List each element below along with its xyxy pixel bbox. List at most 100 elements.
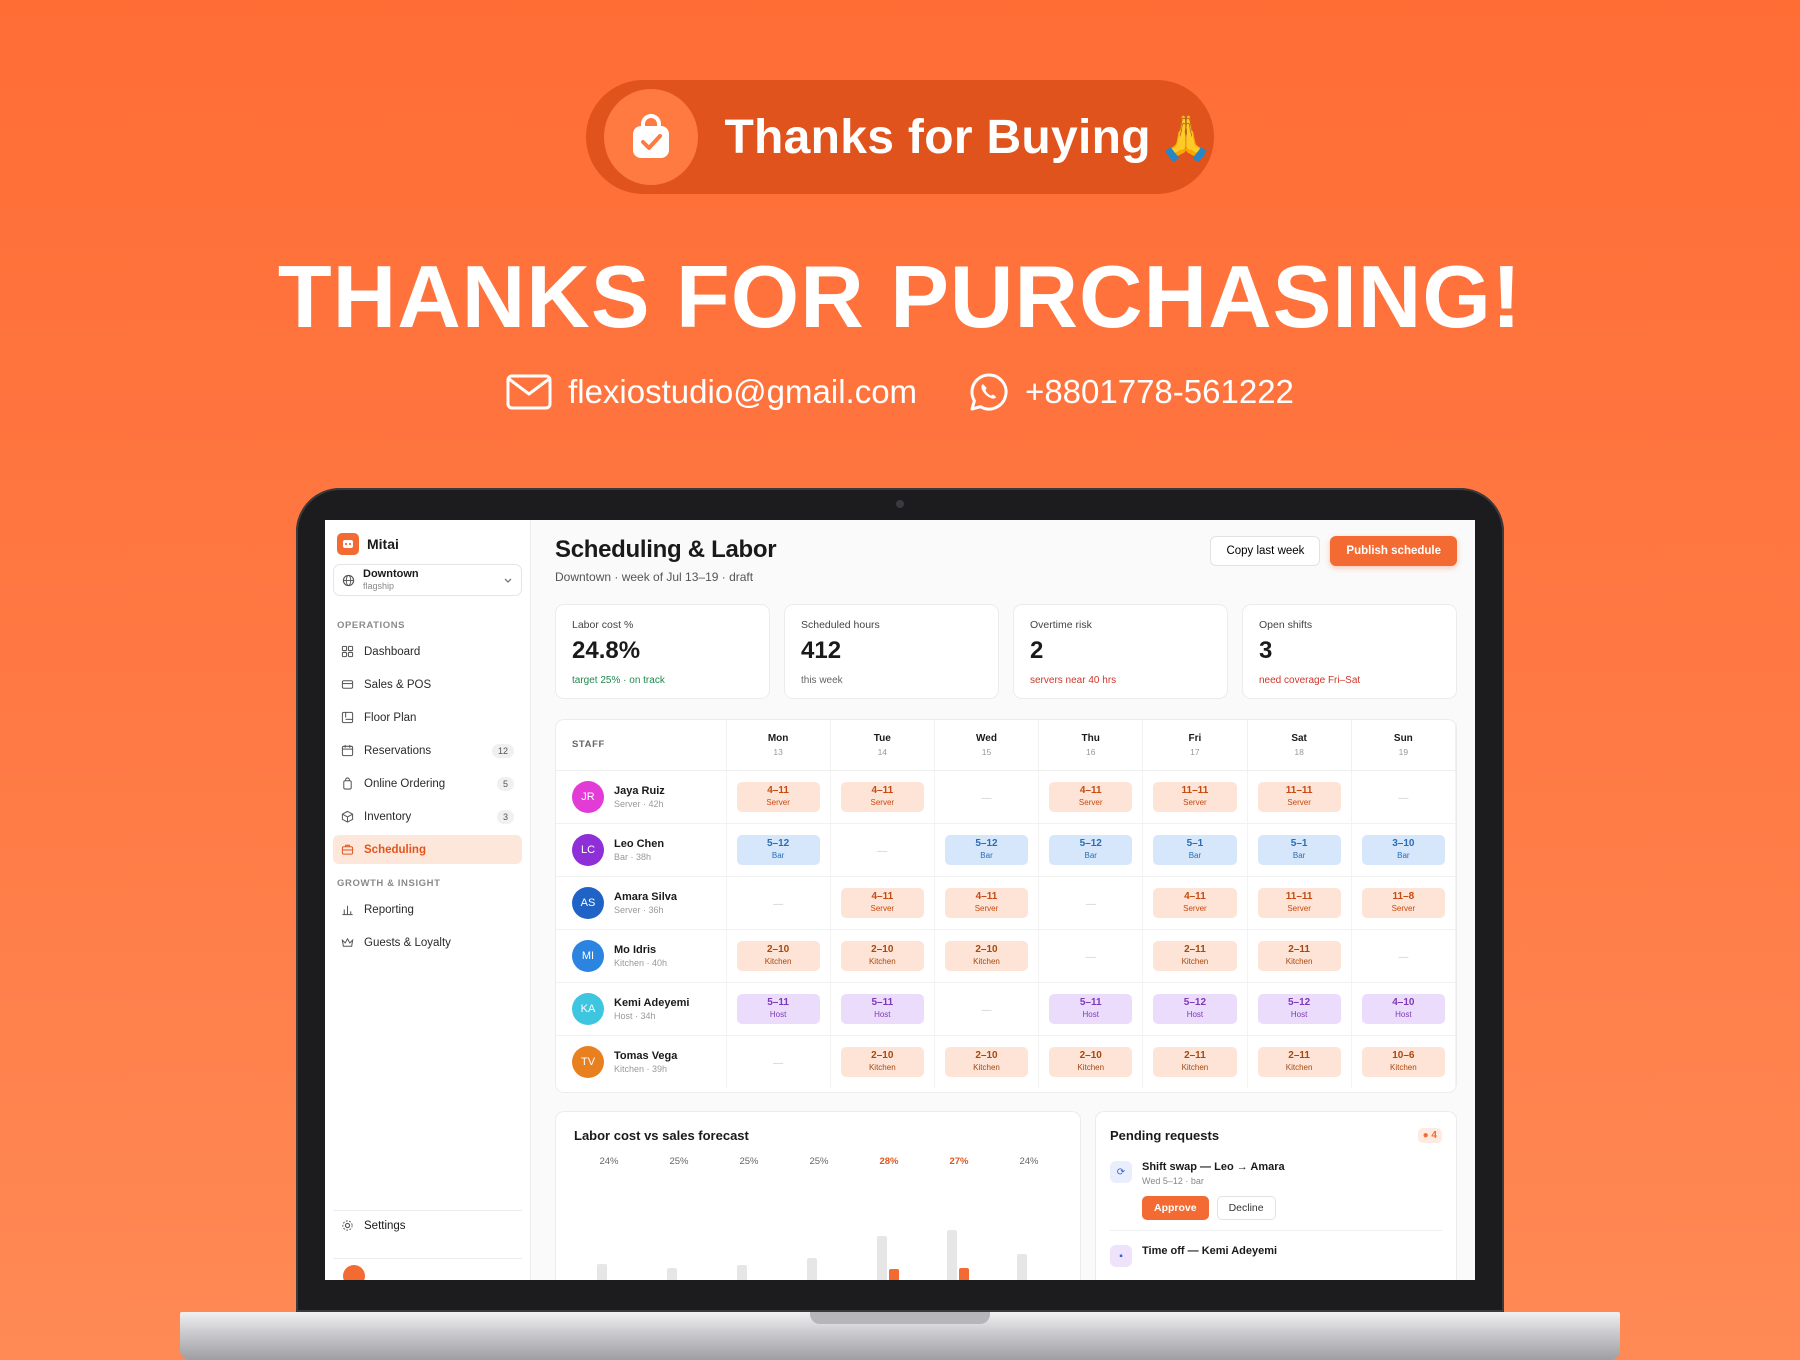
shift-block[interactable]: 2–10 Kitchen: [840, 940, 924, 971]
schedule-cell[interactable]: 11–11 Server: [1247, 876, 1352, 930]
shift-block[interactable]: 5–12 Bar: [944, 834, 1029, 865]
schedule-cell[interactable]: 11–11 Server: [1247, 770, 1352, 824]
schedule-cell-empty[interactable]: —: [1038, 929, 1144, 983]
schedule-cell[interactable]: 4–11 Server: [726, 770, 831, 824]
schedule-cell[interactable]: 4–10 Host: [1351, 982, 1456, 1036]
shift-block[interactable]: 4–10 Host: [1361, 993, 1445, 1024]
shift-time: 2–10: [766, 944, 790, 955]
shift-block[interactable]: 5–1 Bar: [1153, 834, 1237, 865]
schedule-cell[interactable]: 4–11 Server: [830, 770, 935, 824]
schedule-cell[interactable]: 5–12 Bar: [1038, 823, 1144, 877]
schedule-cell[interactable]: 2–11 Kitchen: [1247, 1035, 1352, 1088]
shift-block[interactable]: 5–1 Bar: [1257, 834, 1341, 865]
schedule-cell[interactable]: 10–6 Kitchen: [1351, 1035, 1456, 1088]
schedule-cell[interactable]: 11–8 Server: [1351, 876, 1456, 930]
schedule-cell[interactable]: 2–10 Kitchen: [726, 929, 831, 983]
sidebar-item-online-ordering[interactable]: Online Ordering 5: [333, 769, 522, 798]
schedule-cell-empty[interactable]: —: [1038, 876, 1144, 930]
brand[interactable]: Mitai: [333, 530, 522, 555]
shift-block[interactable]: 2–11 Kitchen: [1257, 940, 1341, 971]
shift-block[interactable]: 11–11 Server: [1257, 781, 1341, 812]
sidebar-item-sales-and-pos[interactable]: Sales & POS: [333, 670, 522, 699]
email-contact[interactable]: flexiostudio@gmail.com: [506, 372, 917, 412]
schedule-cell[interactable]: 5–12 Bar: [934, 823, 1040, 877]
schedule-cell-empty[interactable]: —: [726, 1035, 831, 1088]
sidebar-item-reporting[interactable]: Reporting: [333, 895, 522, 924]
day-name: Wed: [976, 732, 997, 744]
schedule-cell-empty[interactable]: —: [726, 876, 831, 930]
shift-block[interactable]: 2–10 Kitchen: [944, 940, 1029, 971]
staff-cell: AS Amara Silva Server · 36h: [556, 876, 727, 930]
shift-block[interactable]: 2–10 Kitchen: [840, 1046, 924, 1077]
schedule-cell[interactable]: 2–11 Kitchen: [1247, 929, 1352, 983]
shift-block[interactable]: 5–12 Bar: [736, 834, 820, 865]
schedule-cell[interactable]: 2–10 Kitchen: [1038, 1035, 1144, 1088]
schedule-cell[interactable]: 4–11 Server: [1038, 770, 1144, 824]
avatar: MI: [572, 939, 604, 972]
schedule-cell[interactable]: 5–1 Bar: [1247, 823, 1352, 877]
schedule-cell-empty[interactable]: —: [934, 770, 1040, 824]
shift-block[interactable]: 2–10 Kitchen: [944, 1046, 1029, 1077]
schedule-cell-empty[interactable]: —: [934, 982, 1040, 1036]
phone-contact[interactable]: +8801778-561222: [969, 372, 1294, 412]
shift-block[interactable]: 4–11 Server: [944, 887, 1029, 918]
sidebar-item-floor-plan[interactable]: Floor Plan: [333, 703, 522, 732]
schedule-cell[interactable]: 2–10 Kitchen: [934, 1035, 1040, 1088]
sidebar-item-dashboard[interactable]: Dashboard: [333, 637, 522, 666]
shift-block[interactable]: 2–10 Kitchen: [736, 940, 820, 971]
shift-block[interactable]: 11–8 Server: [1361, 887, 1445, 918]
schedule-cell[interactable]: 2–11 Kitchen: [1142, 1035, 1248, 1088]
shift-block[interactable]: 2–11 Kitchen: [1153, 940, 1237, 971]
schedule-cell[interactable]: 3–10 Bar: [1351, 823, 1456, 877]
sidebar-item-settings[interactable]: Settings: [333, 1210, 522, 1240]
sidebar-item-reservations[interactable]: Reservations 12: [333, 736, 522, 765]
schedule-cell-empty[interactable]: —: [830, 823, 935, 877]
schedule-cell[interactable]: 2–10 Kitchen: [830, 1035, 935, 1088]
schedule-cell[interactable]: 4–11 Server: [1142, 876, 1248, 930]
schedule-cell[interactable]: 5–12 Bar: [726, 823, 831, 877]
shift-block[interactable]: 4–11 Server: [1153, 887, 1237, 918]
schedule-cell[interactable]: 11–11 Server: [1142, 770, 1248, 824]
decline-button[interactable]: Decline: [1216, 1196, 1276, 1220]
shift-block[interactable]: 4–11 Server: [736, 781, 820, 812]
shift-block[interactable]: 4–11 Server: [840, 781, 924, 812]
schedule-cell[interactable]: 2–10 Kitchen: [934, 929, 1040, 983]
shift-block[interactable]: 10–6 Kitchen: [1361, 1046, 1445, 1077]
publish-schedule-button[interactable]: Publish schedule: [1330, 536, 1457, 566]
schedule-cell[interactable]: 4–11 Server: [830, 876, 935, 930]
sidebar-item-guests-and-loyalty[interactable]: Guests & Loyalty: [333, 928, 522, 957]
shift-block[interactable]: 2–10 Kitchen: [1049, 1046, 1133, 1077]
user-account[interactable]: [333, 1258, 522, 1280]
schedule-cell[interactable]: 5–11 Host: [1038, 982, 1144, 1036]
shift-block[interactable]: 5–12 Bar: [1049, 834, 1133, 865]
shift-block[interactable]: 11–11 Server: [1257, 887, 1341, 918]
schedule-cell[interactable]: 5–11 Host: [830, 982, 935, 1036]
shift-time: 11–8: [1392, 891, 1415, 902]
schedule-cell-empty[interactable]: —: [1351, 770, 1456, 824]
shift-block[interactable]: 5–11 Host: [1049, 993, 1133, 1024]
shift-block[interactable]: 5–12 Host: [1257, 993, 1341, 1024]
sidebar-item-inventory[interactable]: Inventory 3: [333, 802, 522, 831]
schedule-cell[interactable]: 2–11 Kitchen: [1142, 929, 1248, 983]
schedule-cell[interactable]: 2–10 Kitchen: [830, 929, 935, 983]
schedule-cell[interactable]: 4–11 Server: [934, 876, 1040, 930]
email-text: flexiostudio@gmail.com: [568, 373, 918, 410]
schedule-cell[interactable]: 5–12 Host: [1142, 982, 1248, 1036]
shift-block[interactable]: 4–11 Server: [840, 887, 924, 918]
shift-block[interactable]: 11–11 Server: [1153, 781, 1237, 812]
copy-last-week-button[interactable]: Copy last week: [1210, 536, 1321, 566]
schedule-cell[interactable]: 5–12 Host: [1247, 982, 1352, 1036]
shift-block[interactable]: 2–11 Kitchen: [1153, 1046, 1237, 1077]
schedule-cell-empty[interactable]: —: [1351, 929, 1456, 983]
shift-block[interactable]: 5–11 Host: [736, 993, 820, 1024]
approve-button[interactable]: Approve: [1142, 1196, 1209, 1220]
shift-block[interactable]: 5–12 Host: [1153, 993, 1237, 1024]
schedule-cell[interactable]: 5–1 Bar: [1142, 823, 1248, 877]
sidebar-item-scheduling[interactable]: Scheduling: [333, 835, 522, 864]
shift-block[interactable]: 5–11 Host: [840, 993, 924, 1024]
shift-block[interactable]: 4–11 Server: [1049, 781, 1133, 812]
location-selector[interactable]: Downtown flagship: [333, 564, 522, 596]
shift-block[interactable]: 3–10 Bar: [1361, 834, 1445, 865]
shift-block[interactable]: 2–11 Kitchen: [1257, 1046, 1341, 1077]
schedule-cell[interactable]: 5–11 Host: [726, 982, 831, 1036]
